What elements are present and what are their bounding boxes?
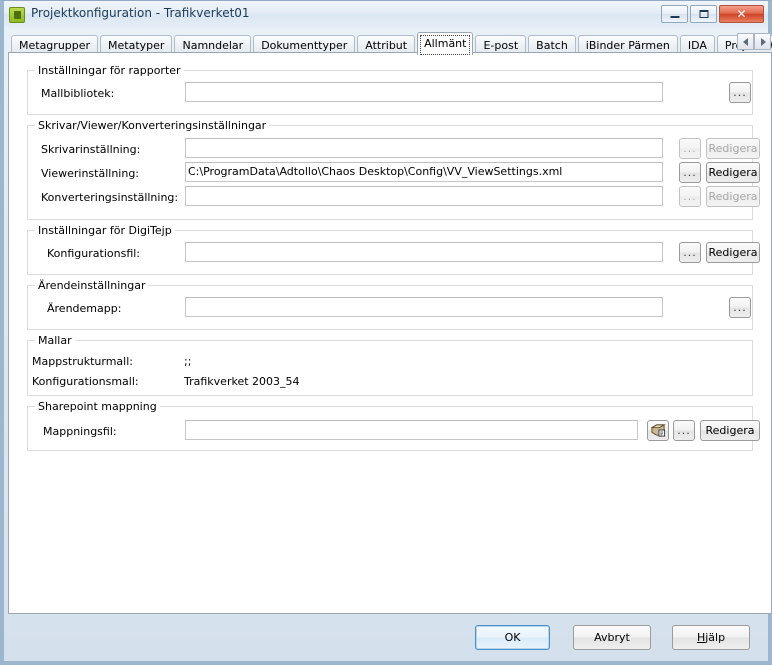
close-button[interactable]: ✕: [719, 5, 764, 23]
input-konverteringsinstallning[interactable]: [185, 186, 663, 206]
chevron-left-icon: [742, 37, 748, 46]
group-mallar-legend: Mallar: [35, 334, 75, 347]
browse-konfigurationsfil-button[interactable]: ...: [679, 242, 701, 263]
cancel-button[interactable]: Avbryt: [573, 625, 651, 650]
tab-page-allmant: Inställningar för rapporter Mallbibliote…: [8, 52, 772, 614]
tab-scroll-left-button[interactable]: [737, 33, 754, 50]
browse-skrivarinstallning-button[interactable]: ...: [679, 138, 701, 159]
ok-button[interactable]: OK: [475, 625, 550, 650]
tab-allmant[interactable]: Allmänt: [417, 32, 474, 55]
group-sharepoint-mappning: Sharepoint mappning Mappningsfil: ... Re…: [27, 400, 760, 451]
group-skrivar-viewer-konvertering-legend: Skrivar/Viewer/Konverteringsinställninga…: [35, 119, 270, 132]
project-configuration-window: Projektkonfiguration - Trafikverket01 ✕ …: [0, 0, 772, 665]
label-skrivarinstallning: Skrivarinställning:: [41, 143, 141, 156]
label-konfigurationsfil: Konfigurationsfil:: [47, 247, 141, 260]
close-icon: ✕: [736, 7, 747, 21]
minimize-icon: [670, 16, 679, 18]
group-arendeinstallningar: Ärendeinställningar Ärendemapp: ...: [27, 279, 753, 330]
group-sharepoint-mappning-legend: Sharepoint mappning: [35, 400, 160, 413]
tab-focus-ring: [420, 35, 471, 55]
edit-konfigurationsfil-button[interactable]: Redigera: [706, 242, 760, 263]
tab-scroll-right-button[interactable]: [754, 33, 771, 50]
edit-viewerinstallning-button[interactable]: Redigera: [706, 162, 760, 183]
group-mallar: Mallar Mappstrukturmall: ;; Konfiguratio…: [27, 334, 753, 396]
group-rapportinstallningar: Inställningar för rapporter Mallbibliote…: [27, 64, 753, 115]
input-konfigurationsfil[interactable]: [185, 242, 663, 262]
import-mappningsfil-button[interactable]: [647, 420, 669, 441]
value-mappstrukturmall: ;;: [184, 355, 192, 368]
input-skrivarinstallning[interactable]: [185, 138, 663, 158]
group-skrivar-viewer-konvertering: Skrivar/Viewer/Konverteringsinställninga…: [27, 119, 760, 220]
app-icon: [9, 7, 25, 23]
edit-konverteringsinstallning-button[interactable]: Redigera: [706, 186, 760, 207]
label-mappningsfil: Mappningsfil:: [43, 425, 117, 438]
help-button-label: jälp: [705, 631, 726, 644]
browse-konverteringsinstallning-button[interactable]: ...: [679, 186, 701, 207]
tab-scroll-buttons: [737, 33, 771, 50]
input-viewerinstallning[interactable]: C:\ProgramData\Adtollo\Chaos Desktop\Con…: [185, 162, 663, 182]
window-controls: ✕: [661, 5, 764, 23]
input-mappningsfil[interactable]: [185, 420, 638, 440]
label-konfigurationsmall: Konfigurationsmall:: [32, 375, 139, 388]
browse-mallbibliotek-button[interactable]: ...: [729, 82, 751, 103]
package-import-icon: [651, 424, 666, 437]
minimize-button[interactable]: [661, 5, 688, 23]
value-konfigurationsmall: Trafikverket 2003_54: [184, 375, 300, 388]
browse-mappningsfil-button[interactable]: ...: [673, 420, 695, 441]
help-button[interactable]: Hjälp: [672, 625, 750, 650]
label-mallbibliotek: Mallbibliotek:: [41, 87, 115, 100]
group-digitejp: Inställningar för DigiTejp Konfiguration…: [27, 224, 760, 275]
tab-strip: Metagrupper Metatyper Namndelar Dokument…: [8, 30, 772, 55]
input-arendemapp[interactable]: [185, 297, 663, 317]
group-rapportinstallningar-legend: Inställningar för rapporter: [35, 64, 184, 77]
browse-viewerinstallning-button[interactable]: ...: [679, 162, 701, 183]
group-digitejp-legend: Inställningar för DigiTejp: [35, 224, 175, 237]
input-mallbibliotek[interactable]: [185, 82, 663, 102]
title-bar: Projektkonfiguration - Trafikverket01 ✕: [4, 1, 768, 28]
label-arendemapp: Ärendemapp:: [47, 302, 122, 315]
label-mappstrukturmall: Mappstrukturmall:: [32, 355, 133, 368]
edit-mappningsfil-button[interactable]: Redigera: [700, 420, 760, 441]
group-arendeinstallningar-legend: Ärendeinställningar: [35, 279, 149, 292]
dialog-footer: OK Avbryt Hjälp: [4, 613, 768, 661]
edit-skrivarinstallning-button[interactable]: Redigera: [706, 138, 760, 159]
tab-list: Metagrupper Metatyper Namndelar Dokument…: [11, 30, 772, 55]
maximize-button[interactable]: [690, 5, 717, 23]
chevron-right-icon: [760, 37, 766, 46]
maximize-icon: [699, 10, 708, 18]
help-button-mnemonic: H: [696, 631, 706, 644]
browse-arendemapp-button[interactable]: ...: [729, 297, 751, 318]
label-konverteringsinstallning: Konverteringsinställning:: [41, 191, 179, 204]
label-viewerinstallning: Viewerinställning:: [41, 167, 140, 180]
window-title: Projektkonfiguration - Trafikverket01: [31, 6, 250, 20]
